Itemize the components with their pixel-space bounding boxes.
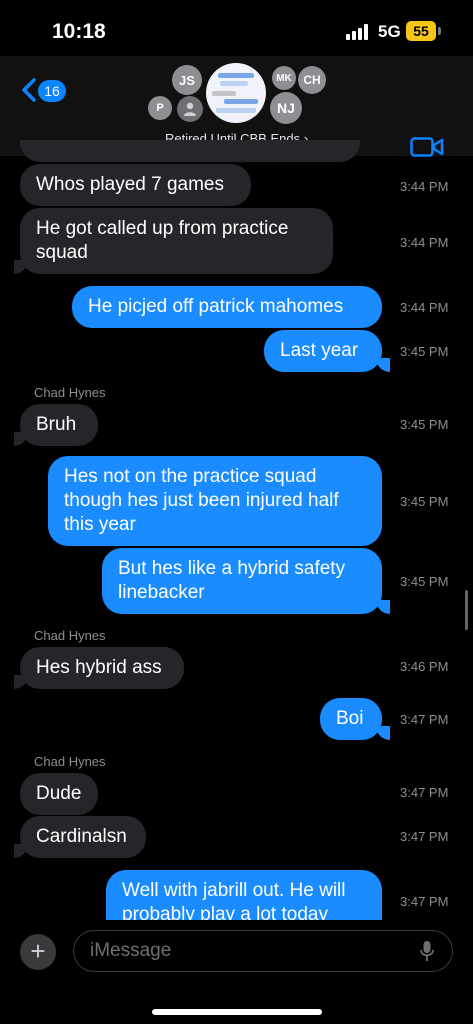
message-bubble-incoming[interactable]: Bruh [20,404,98,446]
bubble-tail [376,358,390,372]
bubble-tail [14,675,28,689]
avatar-unknown[interactable] [177,96,203,122]
message-timestamp: 3:47 PM [400,785,449,800]
message-timestamp: 3:46 PM [400,659,449,674]
message-timestamp: 3:44 PM [400,300,449,315]
avatar-p[interactable]: P [148,96,172,120]
sender-name: Chad Hynes [34,385,106,400]
message-timestamp: 3:47 PM [400,712,449,727]
status-bar: 10:18 5G 55 [0,0,473,62]
message-timestamp: 3:45 PM [400,344,449,359]
back-button[interactable]: 16 [18,76,70,104]
network-type: 5G [378,22,401,41]
bubble-tail [14,260,28,274]
message-bubble-partial[interactable] [20,140,360,162]
bubble-tail [376,600,390,614]
avatar-js[interactable]: JS [172,65,202,95]
message-timestamp: 3:47 PM [400,894,449,909]
person-icon [184,102,196,116]
message-timestamp: 3:45 PM [400,417,449,432]
microphone-icon[interactable] [420,940,434,962]
message-timestamp: 3:47 PM [400,829,449,844]
message-input-placeholder: iMessage [90,940,172,961]
unread-count-badge: 16 [38,80,66,102]
message-bubble-incoming[interactable]: He got called up from practice squad [20,208,333,274]
message-bubble-outgoing[interactable]: He picjed off patrick mahomes [72,286,382,328]
scrollbar[interactable] [465,590,468,630]
message-thread[interactable]: Whos played 7 games 3:44 PM He got calle… [0,140,473,920]
avatar-ch[interactable]: CH [298,66,326,94]
plus-button[interactable]: + [20,934,56,970]
message-bubble-outgoing[interactable]: Well with jabrill out. He will probably … [106,870,382,920]
message-timestamp: 3:44 PM [400,235,449,250]
message-bubble-outgoing[interactable]: Last year [264,330,382,372]
message-bubble-outgoing[interactable]: Hes not on the practice squad though hes… [48,456,382,546]
avatar-mk[interactable]: MK [272,66,296,90]
bubble-tail [14,844,28,858]
status-time: 10:18 [52,20,106,43]
cellular-signal-icon [346,24,372,40]
message-timestamp: 3:45 PM [400,494,449,509]
home-indicator[interactable] [152,1009,322,1015]
bubble-tail [376,726,390,740]
message-bubble-incoming[interactable]: Whos played 7 games [20,164,251,206]
sender-name: Chad Hynes [34,628,106,643]
message-timestamp: 3:45 PM [400,574,449,589]
message-bubble-incoming[interactable]: Hes hybrid ass [20,647,184,689]
sender-name: Chad Hynes [34,754,106,769]
message-bubble-incoming[interactable]: Cardinalsn [20,816,146,858]
battery-tip [438,27,441,35]
message-bubble-outgoing[interactable]: But hes like a hybrid safety linebacker [102,548,382,614]
group-photo[interactable] [206,63,266,123]
message-timestamp: 3:44 PM [400,179,449,194]
message-bubble-outgoing[interactable]: Boi [320,698,382,740]
bubble-tail [14,432,28,446]
message-input[interactable]: iMessage [73,930,453,972]
avatar-nj[interactable]: NJ [270,92,302,124]
message-bubble-incoming[interactable]: Dude [20,773,98,815]
battery-icon: 55 [406,21,436,41]
